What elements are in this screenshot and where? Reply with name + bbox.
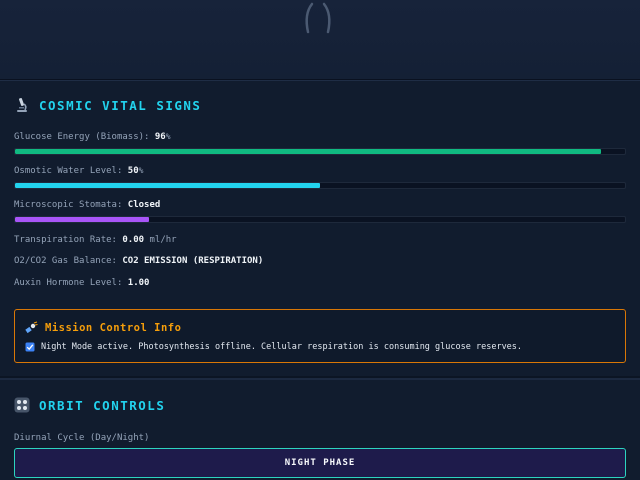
vital-signs-panel: COSMIC VITAL SIGNS Glucose Energy (Bioma… (0, 80, 640, 376)
orbit-controls-panel: ORBIT CONTROLS Diurnal Cycle (Day/Night)… (0, 378, 640, 480)
diurnal-cycle-label: Diurnal Cycle (Day/Night) (14, 433, 150, 443)
check-box-icon (25, 342, 35, 352)
water-value: 50 (127, 166, 139, 176)
water-row: Osmotic Water Level: 50% (14, 166, 144, 176)
info-message: Night Mode active. Photosynthesis offlin… (25, 342, 522, 352)
glucose-value: 96 (154, 132, 166, 142)
auxin-row: Auxin Hormone Level: 1.00 (14, 278, 150, 288)
gas-balance-row: O2/CO2 Gas Balance: CO2 EMISSION (RESPIR… (14, 256, 264, 266)
stomata-value: Closed (127, 200, 161, 210)
glucose-row: Glucose Energy (Biomass): 96% (14, 132, 171, 142)
night-phase-button[interactable]: NIGHT PHASE (14, 448, 626, 478)
stomata-bar (14, 216, 626, 223)
water-bar-fill (15, 183, 320, 188)
plant-stem-icon (305, 2, 331, 34)
transpiration-value: 0.00 (122, 235, 145, 245)
orbit-controls-title: ORBIT CONTROLS (14, 397, 165, 413)
plant-visualization (0, 0, 640, 80)
auxin-value: 1.00 (127, 278, 150, 288)
satellite-icon (25, 321, 38, 334)
gas-balance-value: CO2 EMISSION (RESPIRATION) (122, 256, 264, 266)
stomata-row: Microscopic Stomata: Closed (14, 200, 161, 210)
vital-signs-title: COSMIC VITAL SIGNS (14, 97, 201, 113)
microscope-icon (14, 97, 30, 113)
water-bar (14, 182, 626, 189)
stomata-bar-fill (15, 217, 150, 222)
info-title: Mission Control Info (25, 321, 181, 334)
mission-control-info-box: Mission Control Info Night Mode active. … (14, 309, 626, 363)
control-pad-icon (14, 397, 30, 413)
glucose-bar (14, 148, 626, 155)
transpiration-row: Transpiration Rate: 0.00 ml/hr (14, 235, 177, 245)
glucose-bar-fill (15, 149, 601, 154)
